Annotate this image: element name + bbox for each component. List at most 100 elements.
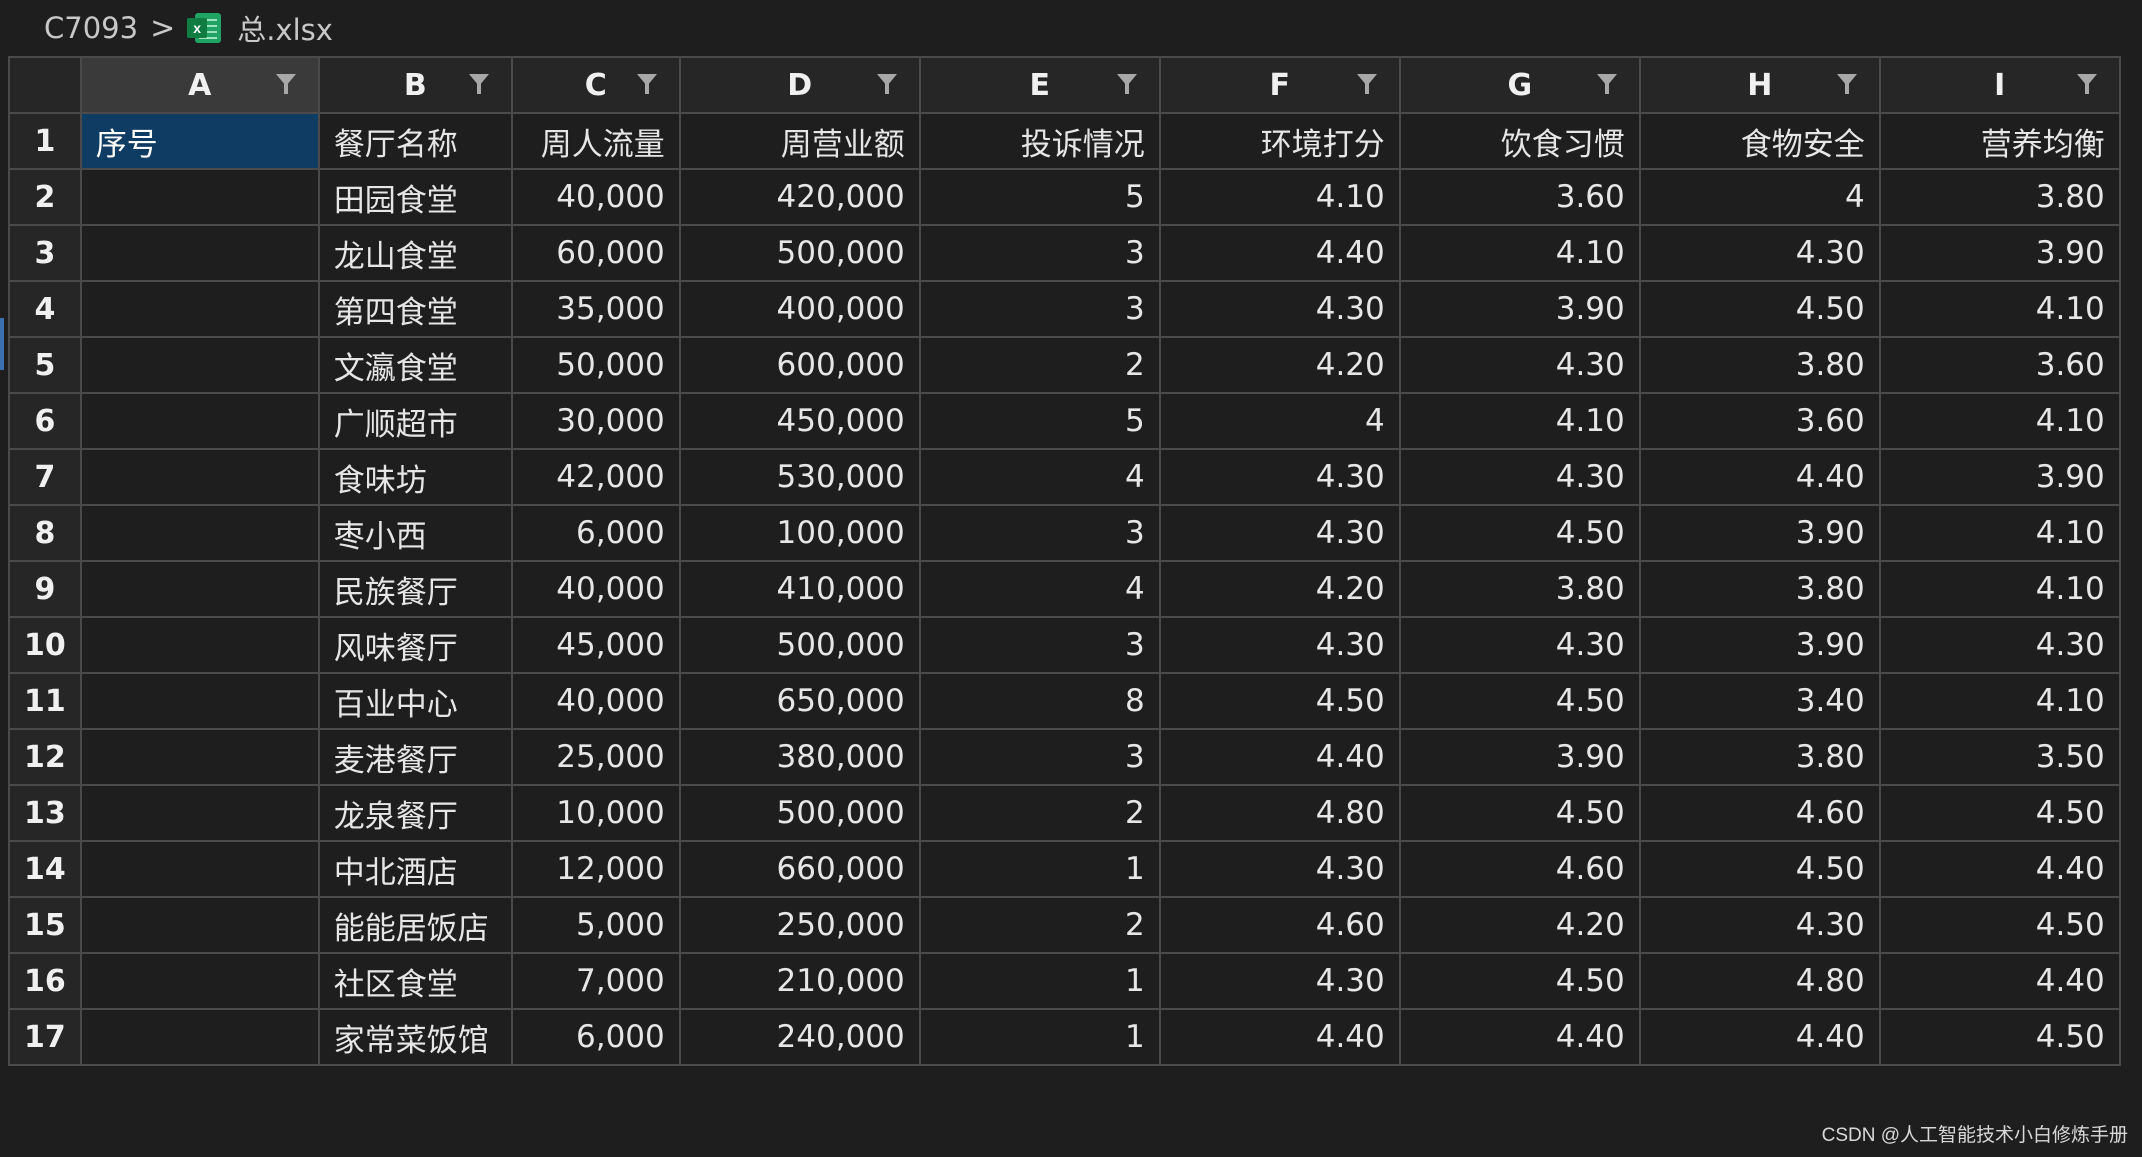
cell[interactable]: 4.30	[1158, 840, 1401, 898]
cell[interactable]: 田园食堂	[317, 168, 513, 226]
cell[interactable]: 4.20	[1158, 560, 1401, 618]
cell[interactable]: 周营业额	[678, 112, 921, 170]
cell[interactable]: 530,000	[678, 448, 921, 506]
row-header[interactable]: 3	[8, 224, 82, 282]
cell[interactable]: 3.40	[1638, 672, 1881, 730]
cell[interactable]: 4.40	[1158, 224, 1401, 282]
cell[interactable]: 4.50	[1878, 896, 2121, 954]
cell[interactable]	[79, 1008, 320, 1066]
cell[interactable]: 麦港餐厅	[317, 728, 513, 786]
cell[interactable]	[79, 672, 320, 730]
cell[interactable]: 4.10	[1878, 672, 2121, 730]
cell[interactable]: 660,000	[678, 840, 921, 898]
cell[interactable]	[79, 448, 320, 506]
cell[interactable]: 250,000	[678, 896, 921, 954]
cell[interactable]	[79, 168, 320, 226]
cell[interactable]: 600,000	[678, 336, 921, 394]
cell[interactable]: 60,000	[510, 224, 681, 282]
cell[interactable]: 4	[1638, 168, 1881, 226]
cell[interactable]: 3	[918, 616, 1161, 674]
cell[interactable]: 30,000	[510, 392, 681, 450]
cell[interactable]: 400,000	[678, 280, 921, 338]
cell[interactable]: 4.60	[1158, 896, 1401, 954]
column-header-f[interactable]: F	[1158, 56, 1401, 114]
breadcrumb-folder[interactable]: C7093	[44, 11, 138, 45]
filter-icon[interactable]	[876, 74, 897, 96]
cell[interactable]: 4.10	[1878, 280, 2121, 338]
cell[interactable]: 5	[918, 168, 1161, 226]
cell[interactable]	[79, 336, 320, 394]
filter-icon[interactable]	[1116, 74, 1137, 96]
cell[interactable]: 3.90	[1398, 280, 1641, 338]
cell[interactable]: 8	[918, 672, 1161, 730]
cell[interactable]: 4.30	[1158, 504, 1401, 562]
cell[interactable]: 4.60	[1398, 840, 1641, 898]
cell[interactable]: 4.50	[1398, 504, 1641, 562]
filter-icon[interactable]	[1836, 74, 1857, 96]
cell[interactable]: 6,000	[510, 1008, 681, 1066]
cell[interactable]: 百业中心	[317, 672, 513, 730]
cell[interactable]: 4.50	[1398, 672, 1641, 730]
cell-a1-selected[interactable]: 序号	[79, 112, 320, 170]
row-header[interactable]: 15	[8, 896, 82, 954]
cell[interactable]: 380,000	[678, 728, 921, 786]
cell[interactable]: 4.60	[1638, 784, 1881, 842]
cell[interactable]: 45,000	[510, 616, 681, 674]
cell[interactable]: 龙泉餐厅	[317, 784, 513, 842]
cell[interactable]: 5,000	[510, 896, 681, 954]
filter-icon[interactable]	[468, 74, 489, 96]
cell[interactable]: 4.50	[1398, 784, 1641, 842]
cell[interactable]: 4.40	[1638, 448, 1881, 506]
cell[interactable]: 35,000	[510, 280, 681, 338]
column-header-a[interactable]: A	[79, 56, 320, 114]
cell[interactable]: 4	[918, 560, 1161, 618]
cell[interactable]: 民族餐厅	[317, 560, 513, 618]
cell[interactable]: 3.90	[1878, 224, 2121, 282]
cell[interactable]: 3.60	[1878, 336, 2121, 394]
cell[interactable]: 3	[918, 728, 1161, 786]
cell[interactable]: 中北酒店	[317, 840, 513, 898]
cell[interactable]: 650,000	[678, 672, 921, 730]
cell[interactable]	[79, 504, 320, 562]
cell[interactable]: 4.80	[1638, 952, 1881, 1010]
cell[interactable]: 3.90	[1878, 448, 2121, 506]
row-header[interactable]: 16	[8, 952, 82, 1010]
cell[interactable]: 12,000	[510, 840, 681, 898]
cell[interactable]: 4.30	[1158, 448, 1401, 506]
row-header[interactable]: 8	[8, 504, 82, 562]
cell[interactable]: 10,000	[510, 784, 681, 842]
cell[interactable]: 3.60	[1398, 168, 1641, 226]
cell[interactable]: 4.30	[1158, 616, 1401, 674]
cell[interactable]: 4.50	[1638, 840, 1881, 898]
filter-icon[interactable]	[275, 74, 296, 96]
cell[interactable]: 4	[918, 448, 1161, 506]
cell[interactable]: 2	[918, 784, 1161, 842]
cell[interactable]: 餐厅名称	[317, 112, 513, 170]
cell[interactable]: 3.80	[1398, 560, 1641, 618]
cell[interactable]: 4.10	[1878, 504, 2121, 562]
cell[interactable]: 6,000	[510, 504, 681, 562]
cell[interactable]: 4.10	[1878, 560, 2121, 618]
cell[interactable]	[79, 616, 320, 674]
cell[interactable]: 3	[918, 280, 1161, 338]
row-header[interactable]: 9	[8, 560, 82, 618]
row-header[interactable]: 7	[8, 448, 82, 506]
cell[interactable]: 40,000	[510, 168, 681, 226]
cell[interactable]: 2	[918, 336, 1161, 394]
cell[interactable]: 4.30	[1878, 616, 2121, 674]
row-header[interactable]: 14	[8, 840, 82, 898]
cell[interactable]: 4	[1158, 392, 1401, 450]
cell[interactable]: 投诉情况	[918, 112, 1161, 170]
cell[interactable]: 4.20	[1398, 896, 1641, 954]
cell[interactable]: 4.40	[1158, 1008, 1401, 1066]
cell[interactable]: 4.40	[1878, 840, 2121, 898]
cell[interactable]: 4.50	[1878, 1008, 2121, 1066]
cell[interactable]: 210,000	[678, 952, 921, 1010]
cell[interactable]: 3.80	[1638, 560, 1881, 618]
row-header[interactable]: 4	[8, 280, 82, 338]
cell[interactable]: 4.50	[1158, 672, 1401, 730]
cell[interactable]	[79, 840, 320, 898]
cell[interactable]: 1	[918, 952, 1161, 1010]
cell[interactable]: 3.50	[1878, 728, 2121, 786]
cell[interactable]: 3	[918, 504, 1161, 562]
